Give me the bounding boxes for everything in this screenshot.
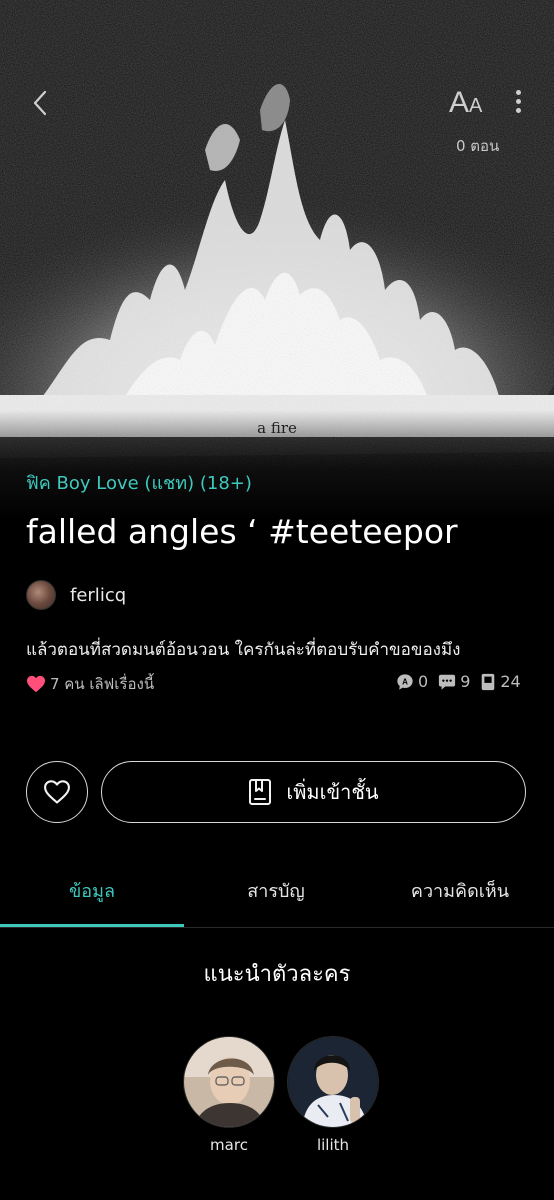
character-portrait-image xyxy=(288,1037,378,1127)
add-to-shelf-button[interactable]: เพิ่มเข้าชั้น xyxy=(101,761,526,823)
episodes-count: 24 xyxy=(500,672,521,691)
characters-section-title: แนะนำตัวละคร xyxy=(203,962,351,987)
more-options-button[interactable] xyxy=(508,90,528,120)
author-link[interactable]: ferlicq xyxy=(26,580,126,610)
character-avatar xyxy=(287,1036,379,1128)
chat-icon xyxy=(439,674,456,690)
author-name: ferlicq xyxy=(70,584,127,606)
heart-filled-icon xyxy=(27,675,45,693)
story-title: falled angles ‘ #teeteepor xyxy=(26,512,458,551)
story-stats: A 0 9 24 xyxy=(396,672,521,691)
font-size-button[interactable]: AA xyxy=(449,86,489,120)
comment-bubble-icon: A xyxy=(397,673,413,690)
active-tab-indicator xyxy=(0,924,184,927)
add-to-shelf-label: เพิ่มเข้าชั้น xyxy=(286,780,379,804)
tab-comments[interactable]: ความคิดเห็น xyxy=(368,876,552,905)
heart-outline-icon xyxy=(44,780,70,804)
character-name: lilith xyxy=(316,1136,350,1154)
tab-bar: ข้อมูล สารบัญ ความคิดเห็น xyxy=(0,858,554,928)
tab-contents[interactable]: สารบัญ xyxy=(184,876,368,905)
episodes-stat: 24 xyxy=(480,672,521,691)
character-name: marc xyxy=(210,1136,248,1154)
cover-image: a fire xyxy=(0,0,554,520)
book-icon xyxy=(482,673,495,690)
likes-info: 7 คน เลิฟเรื่องนี้ xyxy=(26,672,154,696)
bookmark-book-icon xyxy=(249,779,272,805)
cover-caption: a fire xyxy=(257,419,297,437)
comments-count: 0 xyxy=(418,672,429,691)
chats-count: 9 xyxy=(460,672,471,691)
more-dot-icon xyxy=(515,108,521,113)
comments-stat: A 0 xyxy=(396,672,428,691)
story-tagline: แล้วตอนที่สวดมนต์อ้อนวอน ใครกันล่ะที่ตอบ… xyxy=(26,640,461,660)
character-card[interactable]: lilith xyxy=(287,1036,379,1154)
font-size-icon-big: A xyxy=(449,86,470,119)
back-button[interactable] xyxy=(26,88,56,118)
episode-count: 0 ตอน xyxy=(456,137,500,155)
likes-text: 7 คน เลิฟเรื่องนี้ xyxy=(50,675,155,693)
svg-text:A: A xyxy=(402,677,408,686)
more-dot-icon xyxy=(515,99,521,104)
more-dot-icon xyxy=(515,90,521,95)
character-card[interactable]: marc xyxy=(183,1036,275,1154)
author-avatar xyxy=(26,580,56,610)
character-portrait-image xyxy=(184,1037,274,1127)
character-avatar xyxy=(183,1036,275,1128)
chevron-left-icon xyxy=(33,90,47,116)
chats-stat: 9 xyxy=(438,672,470,691)
tab-info[interactable]: ข้อมูล xyxy=(0,876,184,905)
favorite-button[interactable] xyxy=(26,761,88,823)
story-genre[interactable]: ฟิค Boy Love (แชท) (18+) xyxy=(26,468,252,497)
font-size-icon-small: A xyxy=(469,95,483,117)
